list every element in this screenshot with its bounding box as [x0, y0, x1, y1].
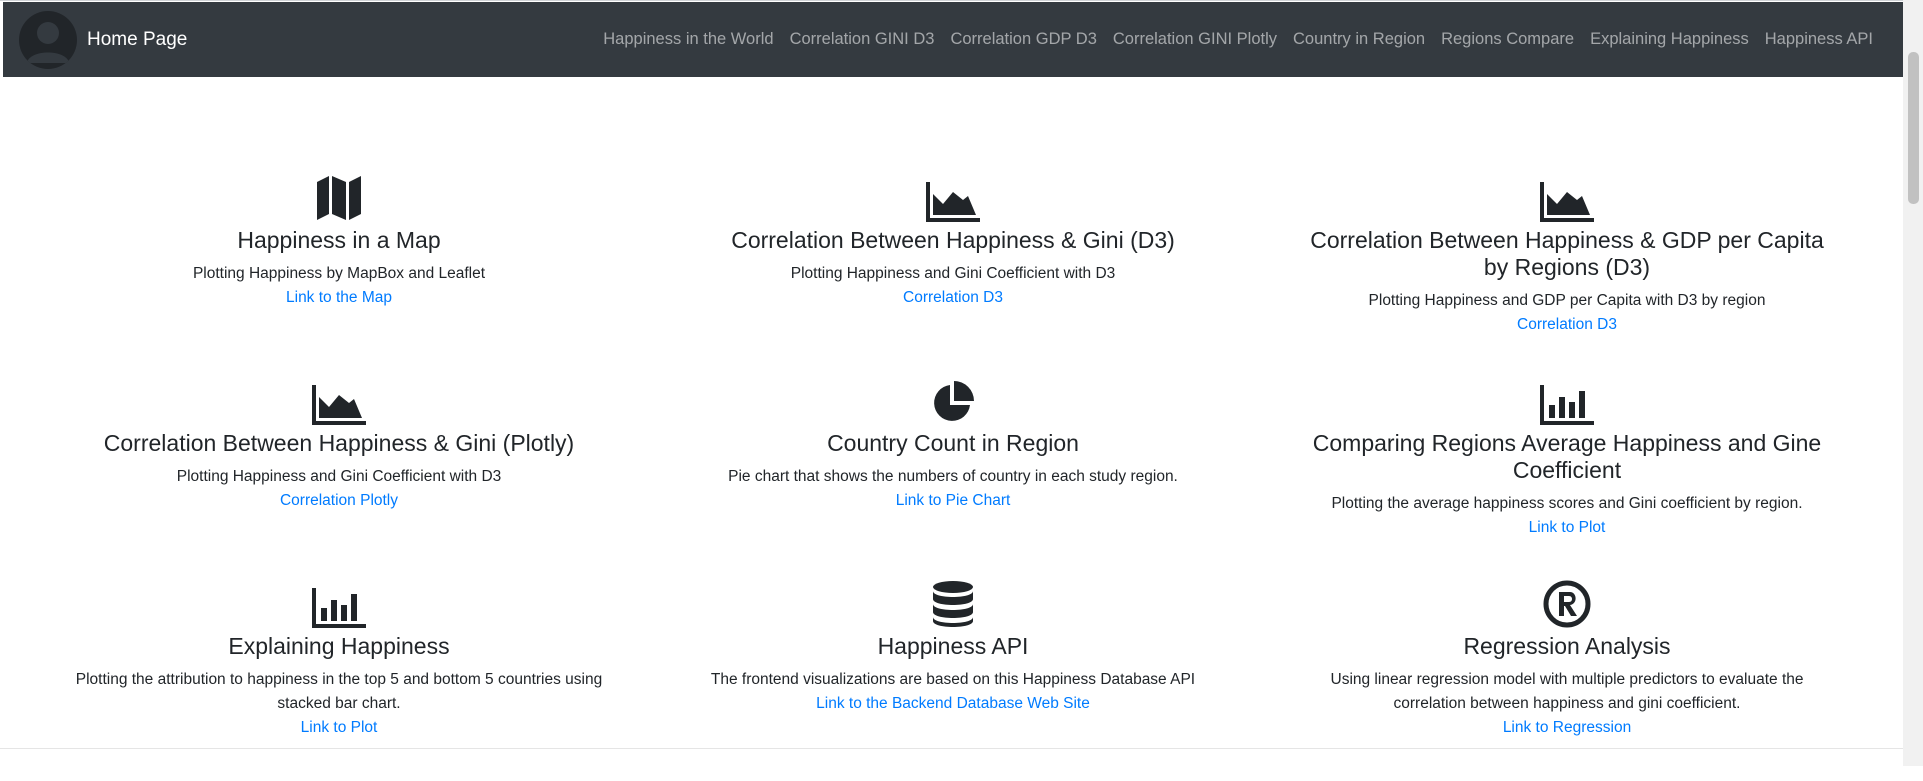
- nav-link-happiness-api[interactable]: Happiness API: [1757, 30, 1881, 49]
- database-icon: [932, 578, 974, 628]
- card-happiness-api: Happiness API The frontend visualization…: [646, 578, 1260, 781]
- nav-link-correlation-gini-d3[interactable]: Correlation GINI D3: [782, 30, 943, 49]
- scrollbar-thumb[interactable]: [1908, 52, 1919, 204]
- card-description: Plotting Happiness and Gini Coefficient …: [176, 468, 502, 485]
- card-description: Pie chart that shows the numbers of coun…: [728, 468, 1178, 485]
- card-title: Regression Analysis: [1463, 633, 1671, 659]
- card-title: Correlation Between Happiness & Gini (Pl…: [103, 430, 575, 456]
- area-chart-icon: [312, 375, 366, 425]
- nav-link-country-in-region[interactable]: Country in Region: [1285, 30, 1433, 49]
- card-link[interactable]: Correlation Plotly: [280, 489, 398, 513]
- card-regression-analysis: Regression Analysis Using linear regress…: [1260, 578, 1874, 781]
- card-country-count-region: Country Count in Region Pie chart that s…: [646, 375, 1260, 578]
- nav-links: Happiness in the World Correlation GINI …: [595, 30, 1881, 49]
- bar-chart-icon: [312, 578, 366, 628]
- card-explaining-happiness: Explaining Happiness Plotting the attrib…: [32, 578, 646, 781]
- nav-link-regions-compare[interactable]: Regions Compare: [1433, 30, 1582, 49]
- window-top-border: [0, 0, 1923, 1]
- card-description: The frontend visualizations are based on…: [710, 671, 1196, 688]
- card-link[interactable]: Link to the Map: [286, 286, 392, 310]
- nav-link-correlation-gini-plotly[interactable]: Correlation GINI Plotly: [1105, 30, 1285, 49]
- card-description: Plotting Happiness and GDP per Capita wi…: [1368, 292, 1766, 309]
- card-description: Plotting the average happiness scores an…: [1331, 495, 1803, 512]
- pie-chart-icon: [930, 375, 976, 425]
- card-link[interactable]: Link to Plot: [301, 716, 378, 740]
- card-title: Correlation Between Happiness & Gini (D3…: [731, 227, 1175, 253]
- card-link[interactable]: Correlation D3: [1517, 313, 1617, 337]
- footer-divider: [0, 748, 1903, 749]
- navbar: Home Page Happiness in the World Correla…: [3, 2, 1903, 77]
- user-avatar-icon: [19, 10, 77, 69]
- card-link[interactable]: Link to Plot: [1529, 516, 1606, 540]
- card-correlation-gini-d3: Correlation Between Happiness & Gini (D3…: [646, 172, 1260, 375]
- card-title: Country Count in Region: [827, 430, 1079, 456]
- card-link[interactable]: Link to Pie Chart: [896, 489, 1011, 513]
- registered-icon: [1543, 578, 1591, 628]
- card-title: Explaining Happiness: [228, 633, 450, 659]
- nav-link-happiness-world[interactable]: Happiness in the World: [595, 30, 781, 49]
- card-description: Using linear regression model with multi…: [1330, 671, 1804, 712]
- card-link[interactable]: Link to Regression: [1503, 716, 1631, 740]
- area-chart-icon: [926, 172, 980, 222]
- card-title: Comparing Regions Average Happiness and …: [1312, 430, 1822, 483]
- nav-link-correlation-gdp-d3[interactable]: Correlation GDP D3: [942, 30, 1104, 49]
- card-happiness-map: Happiness in a Map Plotting Happiness by…: [32, 172, 646, 375]
- card-title: Happiness in a Map: [237, 227, 441, 253]
- card-correlation-gini-plotly: Correlation Between Happiness & Gini (Pl…: [32, 375, 646, 578]
- nav-link-explaining-happiness[interactable]: Explaining Happiness: [1582, 30, 1757, 49]
- vertical-scrollbar[interactable]: [1903, 0, 1923, 766]
- card-description: Plotting Happiness and Gini Coefficient …: [790, 265, 1116, 282]
- map-icon: [315, 172, 363, 222]
- card-title: Happiness API: [877, 633, 1029, 659]
- bar-chart-icon: [1540, 375, 1594, 425]
- brand-home-link[interactable]: Home Page: [19, 10, 188, 69]
- card-description: Plotting the attribution to happiness in…: [75, 671, 603, 712]
- brand-label: Home Page: [87, 28, 188, 50]
- card-link[interactable]: Link to the Backend Database Web Site: [816, 692, 1090, 716]
- card-title: Correlation Between Happiness & GDP per …: [1310, 227, 1824, 280]
- area-chart-icon: [1540, 172, 1594, 222]
- card-comparing-regions: Comparing Regions Average Happiness and …: [1260, 375, 1874, 578]
- card-link[interactable]: Correlation D3: [903, 286, 1003, 310]
- card-grid: Happiness in a Map Plotting Happiness by…: [0, 172, 1903, 781]
- card-description: Plotting Happiness by MapBox and Leaflet: [192, 265, 486, 282]
- card-correlation-gdp-d3: Correlation Between Happiness & GDP per …: [1260, 172, 1874, 375]
